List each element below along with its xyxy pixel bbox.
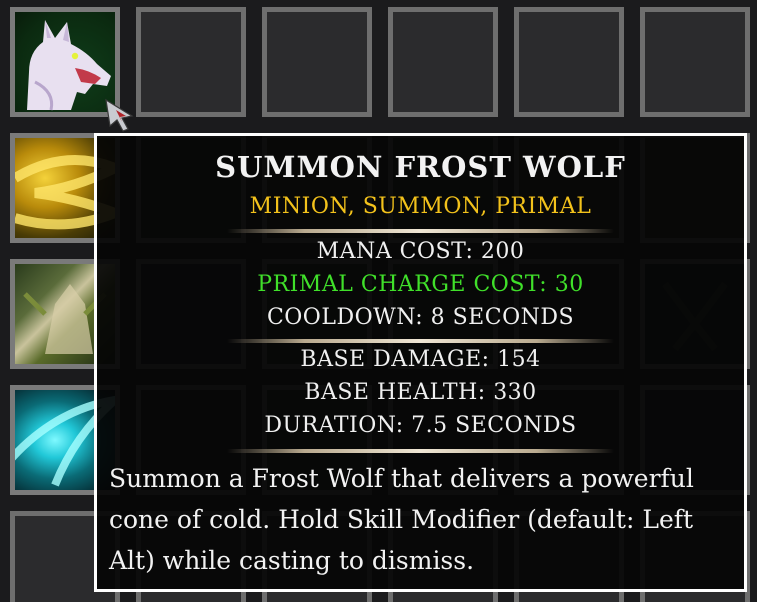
mana-cost: MANA COST: 200	[316, 239, 525, 264]
skill-slot-empty[interactable]	[262, 7, 372, 117]
primal-charge-cost: PRIMAL CHARGE COST: 30	[257, 272, 584, 297]
skill-slot-empty[interactable]	[136, 7, 246, 117]
skill-tags: MINION, SUMMON, PRIMAL	[249, 194, 592, 219]
cooldown: COOLDOWN: 8 SECONDS	[266, 305, 575, 330]
skill-title: SUMMON FROST WOLF	[215, 150, 626, 184]
skill-description: Summon a Frost Wolf that delivers a powe…	[109, 464, 694, 575]
duration: DURATION: 7.5 SECONDS	[264, 413, 577, 438]
frost-wolf-icon	[15, 12, 115, 112]
divider	[227, 339, 614, 343]
base-damage: BASE DAMAGE: 154	[300, 347, 541, 372]
skill-tooltip: SUMMON FROST WOLF MINION, SUMMON, PRIMAL…	[94, 133, 747, 592]
skill-slot-empty[interactable]	[514, 7, 624, 117]
skill-slot-empty[interactable]	[640, 7, 750, 117]
base-health: BASE HEALTH: 330	[304, 380, 537, 405]
divider	[227, 449, 614, 453]
divider	[227, 229, 614, 233]
skill-slot-empty[interactable]	[388, 7, 498, 117]
mouse-cursor-icon	[105, 98, 134, 132]
